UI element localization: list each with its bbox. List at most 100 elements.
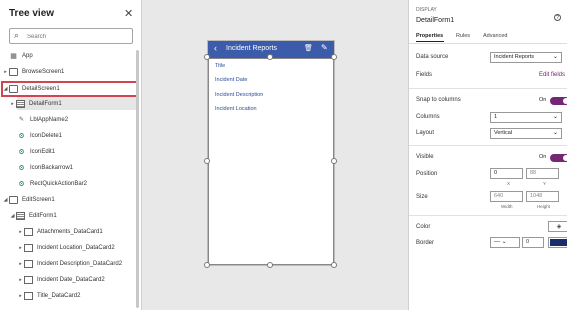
form-field-label: Incident Description: [215, 92, 264, 98]
search-icon: ⌕: [14, 30, 20, 40]
visible-toggle-text: On: [539, 154, 547, 160]
border-label: Border: [416, 240, 435, 246]
y-caption: Y: [543, 181, 547, 186]
tree-search-input[interactable]: [27, 31, 127, 42]
resize-handle[interactable]: [331, 262, 337, 268]
columns-value: 1: [494, 114, 498, 120]
resize-handle[interactable]: [267, 54, 273, 60]
tree-item-detailform1[interactable]: ▸ DetailForm1: [9, 97, 62, 110]
expand-arrow-icon[interactable]: ▸: [17, 245, 24, 251]
resize-handle[interactable]: [331, 158, 337, 164]
tree-view-panel: Tree view ✕ ⌕ ▦ App ▸ BrowseScreen1 ◢ Detai…: [0, 0, 142, 310]
expand-arrow-icon[interactable]: ▸: [17, 261, 24, 267]
border-color-swatch: [550, 239, 567, 246]
card-icon: [24, 227, 33, 236]
size-label: Size: [416, 194, 428, 200]
active-tab-indicator: [416, 41, 444, 42]
tree-item-attachments-datacard1[interactable]: ▸ Attachments_DataCard1: [17, 225, 103, 238]
tree-item-label: Attachments_DataCard1: [37, 228, 103, 235]
form-field-label: Incident Location: [215, 106, 257, 112]
tree-search-box[interactable]: ⌕: [9, 28, 133, 44]
screen-header-title: Incident Reports: [226, 45, 277, 52]
snap-toggle[interactable]: [550, 97, 567, 105]
edit-pencil-icon[interactable]: ✎: [321, 43, 328, 52]
close-icon[interactable]: ✕: [124, 7, 133, 20]
snap-to-columns-label: Snap to columns: [416, 97, 461, 103]
columns-label: Columns: [416, 114, 440, 120]
tree-item-incident-date-datacard2[interactable]: ▸ Incident Date_DataCard2: [17, 273, 105, 286]
control-name[interactable]: DetailForm1: [416, 17, 454, 24]
tab-rules[interactable]: Rules: [456, 33, 470, 39]
control-type: DISPLAY: [416, 7, 437, 13]
resize-handle[interactable]: [267, 262, 273, 268]
tree-item-lblappname2[interactable]: ✎ LblAppName2: [10, 113, 68, 126]
resize-handle[interactable]: [204, 54, 210, 60]
visible-toggle[interactable]: [550, 154, 567, 162]
tab-properties[interactable]: Properties: [416, 33, 443, 39]
tree-item-browsescreen1[interactable]: ▸ BrowseScreen1: [2, 65, 64, 78]
tab-advanced[interactable]: Advanced: [483, 33, 507, 39]
tree-item-label: RectQuickActionBar2: [30, 180, 88, 187]
height-input[interactable]: 1048: [526, 191, 559, 202]
screen-preview[interactable]: ‹ Incident Reports 🗑 ✎ Title Incident Da…: [207, 40, 335, 266]
width-caption: Width: [501, 204, 513, 209]
help-icon[interactable]: ?: [554, 14, 561, 21]
tree-item-editscreen1[interactable]: ◢ EditScreen1: [2, 193, 55, 206]
border-style-dropdown[interactable]: — ⌄: [490, 237, 520, 248]
chevron-down-icon: ⌄: [501, 239, 507, 245]
data-source-dropdown[interactable]: Incident Reports ⌄: [490, 52, 562, 63]
expand-arrow-icon[interactable]: ▸: [2, 69, 9, 75]
back-arrow-icon[interactable]: ‹: [214, 43, 217, 53]
width-input[interactable]: 640: [490, 191, 523, 202]
border-width-input[interactable]: 0: [522, 237, 544, 248]
tree-item-iconedit1[interactable]: ⚙ IconEdit1: [10, 145, 55, 158]
layout-dropdown[interactable]: Vertical ⌄: [490, 128, 562, 139]
color-picker-button[interactable]: ◈: [548, 221, 567, 232]
tree-item-label: DetailForm1: [29, 100, 62, 107]
control-icon: ⚙: [18, 164, 25, 172]
tree-scrollbar[interactable]: [136, 50, 139, 308]
chevron-down-icon: ⌄: [552, 54, 558, 60]
design-canvas[interactable]: ‹ Incident Reports 🗑 ✎ Title Incident Da…: [142, 0, 407, 310]
app-icon: ▦: [10, 52, 17, 60]
form-icon: [16, 99, 25, 108]
label-icon: ✎: [18, 117, 25, 123]
collapse-arrow-icon[interactable]: ◢: [9, 213, 16, 219]
position-y-input[interactable]: 88: [526, 168, 559, 179]
tree-item-title-datacard2[interactable]: ▸ Title_DataCard2: [17, 289, 80, 302]
columns-dropdown[interactable]: 1 ⌄: [490, 112, 562, 123]
form-icon: [16, 211, 25, 220]
border-color-picker[interactable]: [548, 237, 567, 248]
height-caption: Height: [537, 204, 551, 209]
tree-item-iconbackarrow1[interactable]: ⚙ IconBackarrow1: [10, 161, 73, 174]
resize-handle[interactable]: [204, 158, 210, 164]
x-caption: X: [507, 181, 511, 186]
resize-handle[interactable]: [331, 54, 337, 60]
resize-handle[interactable]: [204, 262, 210, 268]
tree-item-rectquickactionbar2[interactable]: ⚙ RectQuickActionBar2: [10, 177, 87, 190]
collapse-arrow-icon[interactable]: ◢: [2, 197, 9, 203]
tree-item-label: IconEdit1: [30, 148, 56, 155]
screen-icon: [9, 195, 18, 204]
delete-icon[interactable]: 🗑: [304, 44, 313, 52]
fields-label: Fields: [416, 72, 433, 78]
tree-item-label: IconDelete1: [30, 132, 63, 139]
expand-arrow-icon[interactable]: ▸: [17, 293, 24, 299]
position-x-input[interactable]: 0: [490, 168, 523, 179]
detail-form[interactable]: Title Incident Date Incident Description…: [208, 58, 334, 265]
tree-item-label: Title_DataCard2: [37, 292, 81, 299]
expand-arrow-icon[interactable]: ▸: [9, 101, 16, 107]
edit-fields-link[interactable]: Edit fields: [539, 72, 565, 78]
tree-item-incident-location-datacard2[interactable]: ▸ Incident Location_DataCard2: [17, 241, 115, 254]
tree-item-icondelete1[interactable]: ⚙ IconDelete1: [10, 129, 62, 142]
expand-arrow-icon[interactable]: ▸: [17, 277, 24, 283]
tree-item-label: Incident Description_DataCard2: [37, 260, 123, 267]
highlight-box: [1, 81, 139, 97]
tree-item-label: App: [22, 52, 33, 59]
expand-arrow-icon[interactable]: ▸: [17, 229, 24, 235]
chevron-down-icon: ⌄: [552, 114, 558, 120]
tree-item-incident-description-datacard2[interactable]: ▸ Incident Description_DataCard2: [17, 257, 122, 270]
layout-value: Vertical: [494, 130, 513, 136]
tree-item-editform1[interactable]: ◢ EditForm1: [9, 209, 57, 222]
tree-item-app[interactable]: ▦ App: [2, 49, 33, 62]
